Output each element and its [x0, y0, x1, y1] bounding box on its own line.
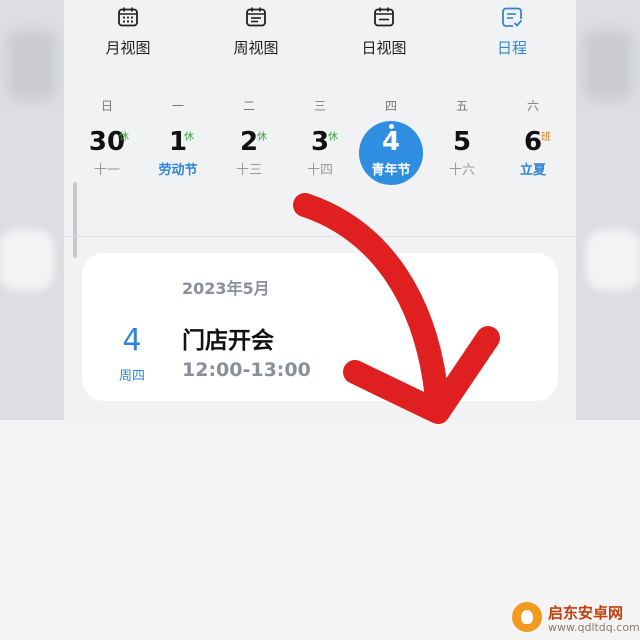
rest-badge: 休 — [184, 132, 194, 143]
day-number: 4 — [381, 127, 401, 157]
watermark-name: 启东安卓网 — [548, 604, 624, 622]
day-number: 3 — [310, 127, 330, 157]
event-title: 门店开会 — [182, 328, 274, 354]
weekday-label: 四 — [384, 99, 397, 113]
day-cell-1[interactable]: 一 1休 劳动节 — [142, 98, 214, 190]
view-switcher: 月视图 周视图 日视图 日程 — [64, 0, 576, 88]
holiday-label: 劳动节 — [158, 163, 198, 178]
rest-badge: 休 — [119, 132, 129, 143]
watermark: 启东安卓网 www.qdltdq.com — [504, 600, 640, 640]
rest-badge: 休 — [328, 132, 338, 143]
day-cell-5[interactable]: 五 5 十六 — [426, 98, 498, 190]
month-view-label: 月视图 — [105, 39, 151, 57]
holiday-label: 青年节 — [371, 163, 411, 178]
watermark-url: www.qdltdq.com — [548, 621, 640, 634]
weekday-label: 六 — [526, 99, 539, 113]
day-view-label: 日视图 — [361, 39, 407, 57]
week-view-label: 周视图 — [233, 39, 279, 57]
day-cell-4-selected[interactable]: 四 4 青年节 — [355, 98, 427, 190]
week-view-tab[interactable]: 周视图 — [192, 0, 320, 88]
calendar-month-icon — [118, 7, 138, 27]
weekday-label: 二 — [242, 99, 255, 113]
event-time: 12:00-13:00 — [182, 359, 311, 381]
rest-badge: 休 — [257, 132, 267, 143]
event-month-header: 2023年5月 — [182, 279, 270, 298]
lunar-date: 十一 — [93, 163, 120, 178]
calendar-week-icon — [246, 7, 266, 27]
right-side-blur — [576, 0, 640, 420]
day-cell-3[interactable]: 三 3休 十四 — [284, 98, 356, 190]
day-cell-30[interactable]: 日 30 休 十一 — [71, 98, 143, 190]
left-side-blur — [0, 0, 64, 420]
calendar-day-icon — [374, 7, 394, 27]
lunar-date: 十六 — [448, 163, 475, 178]
weekday-label: 日 — [100, 99, 113, 113]
day-cell-2[interactable]: 二 2休 十三 — [213, 98, 285, 190]
day-number: 6 — [523, 127, 543, 157]
week-strip: 日 30 休 十一 一 1休 劳动节 二 2休 十三 三 3休 十四 四 4 青年… — [64, 98, 576, 190]
scrollbar[interactable] — [73, 182, 77, 258]
day-number: 5 — [452, 127, 472, 157]
weekday-label: 五 — [455, 99, 468, 113]
schedule-view-label: 日程 — [496, 39, 527, 57]
month-view-tab[interactable]: 月视图 — [64, 0, 192, 88]
lunar-date: 十三 — [235, 163, 262, 178]
calendar-screen: 月视图 周视图 日视图 日程 日 30 休 十一 一 1 休 劳动节 二 2 休… — [64, 0, 576, 420]
event-card[interactable]: 2023年5月 4 周四 门店开会 12:00-13:00 — [82, 253, 558, 401]
day-view-tab[interactable]: 日视图 — [320, 0, 448, 88]
event-day-number: 4 — [122, 323, 142, 358]
weekday-label: 一 — [171, 99, 184, 113]
day-cell-6[interactable]: 六 6班 立夏 — [497, 98, 569, 190]
event-weekday: 周四 — [118, 369, 145, 384]
lunar-date: 十四 — [306, 163, 333, 178]
day-number: 2 — [239, 127, 259, 157]
solar-term-label: 立夏 — [519, 163, 546, 178]
watermark-logo-icon — [512, 602, 542, 632]
divider — [64, 236, 576, 237]
work-badge: 班 — [541, 132, 551, 143]
schedule-view-tab[interactable]: 日程 — [448, 0, 576, 88]
schedule-list-icon — [502, 7, 523, 27]
weekday-label: 三 — [313, 99, 326, 113]
